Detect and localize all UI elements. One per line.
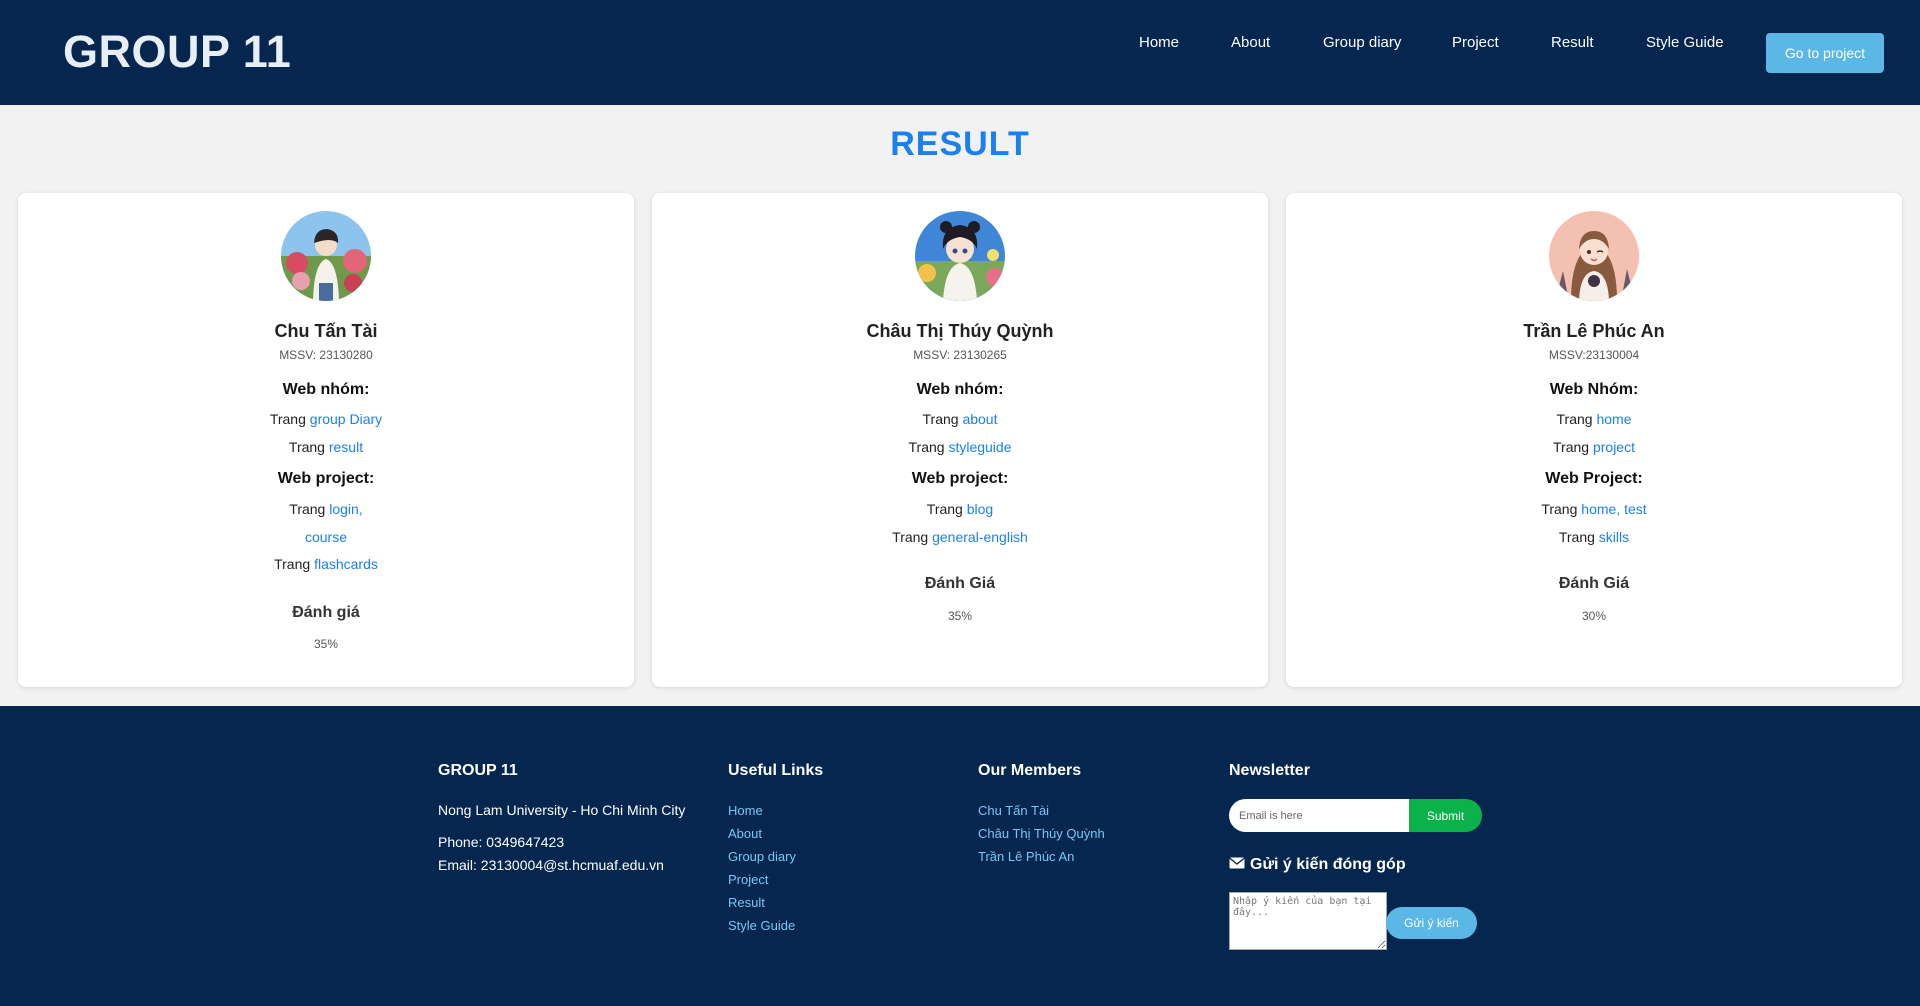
envelope-icon (1229, 856, 1245, 874)
rating-value: 35% (313, 637, 339, 651)
rating-heading: Đánh giá (292, 604, 360, 621)
member-mssv: MSSV: 23130265 (913, 348, 1007, 362)
rating-heading: Đánh Giá (924, 575, 996, 592)
site-logo[interactable]: GROUP 11 (63, 26, 291, 78)
page-prefix: Trang (289, 501, 326, 517)
page-link-project[interactable]: project (1593, 439, 1635, 455)
member-name: Châu Thị Thúy Quỳnh (866, 321, 1054, 341)
nav-result[interactable]: Result (1551, 34, 1594, 51)
send-feedback-button[interactable]: Gửi ý kiến (1386, 907, 1477, 939)
page-link-flashcards[interactable]: flashcards (314, 556, 378, 572)
avatar (1549, 211, 1639, 301)
page-link-skills[interactable]: skills (1599, 529, 1629, 545)
page-item: course (18, 529, 634, 545)
page-item: Trang login, (18, 501, 634, 517)
footer-link-group-diary[interactable]: Group diary (728, 849, 796, 864)
feedback-title: Gửi ý kiến đóng góp (1229, 856, 1406, 874)
web-project-heading: Web Project: (1545, 470, 1643, 487)
footer-member-quynh[interactable]: Châu Thị Thúy Quỳnh (978, 826, 1105, 841)
page-prefix: Trang (922, 411, 959, 427)
footer-members-title: Our Members (978, 762, 1082, 779)
page-item: Trang group Diary (18, 411, 634, 427)
newsletter-email-input[interactable] (1229, 799, 1409, 832)
site-header: GROUP 11 Home About Group diary Project … (0, 0, 1920, 105)
footer-about-title: GROUP 11 (438, 762, 518, 779)
page-link-home[interactable]: home (1596, 411, 1631, 427)
footer-link-about[interactable]: About (728, 826, 762, 841)
page-prefix: Trang (288, 439, 325, 455)
page-prefix: Trang (1541, 501, 1578, 517)
rating-heading: Đánh Giá (1558, 575, 1630, 592)
footer-link-result[interactable]: Result (728, 895, 765, 910)
page-prefix: Trang (269, 411, 306, 427)
page-item: Trang home (1286, 411, 1902, 427)
page-item: Trang skills (1286, 529, 1902, 545)
page-link-course[interactable]: course (305, 529, 347, 545)
page-item: Trang project (1286, 439, 1902, 455)
rating-value: 35% (947, 609, 973, 623)
page-prefix: Trang (908, 439, 945, 455)
footer-phone: Phone: 0349647423 (438, 834, 565, 850)
page-item: Trang general-english (652, 529, 1268, 545)
page-link-blog[interactable]: blog (967, 501, 993, 517)
page-item: Trang home, test (1286, 501, 1902, 517)
member-name: Trần Lê Phúc An (1523, 321, 1665, 341)
page-prefix: Trang (1558, 529, 1595, 545)
nav-project[interactable]: Project (1452, 34, 1499, 51)
web-group-heading: Web nhóm: (282, 381, 370, 398)
page-prefix: Trang (926, 501, 963, 517)
footer-university: Nong Lam University - Ho Chi Minh City (438, 802, 686, 818)
page-item: Trang result (18, 439, 634, 455)
page-item: Trang flashcards (18, 556, 634, 572)
page-item: Trang about (652, 411, 1268, 427)
web-group-heading: Web nhóm: (916, 381, 1004, 398)
avatar (281, 211, 371, 301)
footer-member-tai[interactable]: Chu Tấn Tài (978, 803, 1049, 818)
footer-link-style-guide[interactable]: Style Guide (728, 918, 795, 933)
page-link-group-diary[interactable]: group Diary (310, 411, 382, 427)
member-card-quynh: Châu Thị Thúy Quỳnh MSSV: 23130265 Web n… (652, 193, 1268, 687)
footer-links-title: Useful Links (728, 762, 824, 779)
site-footer: GROUP 11 Nong Lam University - Ho Chi Mi… (0, 706, 1920, 1006)
feedback-title-text: Gửi ý kiến đóng góp (1250, 856, 1406, 873)
web-group-heading: Web Nhóm: (1549, 381, 1639, 398)
page-prefix: Trang (1556, 411, 1593, 427)
web-project-heading: Web project: (277, 470, 375, 487)
member-card-tai: Chu Tấn Tài MSSV: 23130280 Web nhóm: Tra… (18, 193, 634, 687)
nav-home[interactable]: Home (1139, 34, 1179, 51)
page-link-login[interactable]: login, (329, 501, 362, 517)
newsletter-submit-button[interactable]: Submit (1409, 799, 1482, 832)
page-prefix: Trang (274, 556, 311, 572)
page-title: RESULT (890, 125, 1030, 163)
member-card-an: Trần Lê Phúc An MSSV:23130004 Web Nhóm: … (1286, 193, 1902, 687)
member-name: Chu Tấn Tài (274, 321, 378, 341)
page-item: Trang styleguide (652, 439, 1268, 455)
footer-link-home[interactable]: Home (728, 803, 763, 818)
page-link-result[interactable]: result (329, 439, 363, 455)
footer-email: Email: 23130004@st.hcmuaf.edu.vn (438, 857, 664, 873)
nav-about[interactable]: About (1231, 34, 1270, 51)
rating-value: 30% (1581, 609, 1607, 623)
go-to-project-button[interactable]: Go to project (1766, 33, 1884, 73)
member-mssv: MSSV:23130004 (1548, 348, 1640, 362)
avatar (915, 211, 1005, 301)
footer-link-project[interactable]: Project (728, 872, 768, 887)
page-link-home-test[interactable]: home, test (1581, 501, 1646, 517)
footer-member-an[interactable]: Trần Lê Phúc An (978, 849, 1074, 864)
page-link-about[interactable]: about (962, 411, 997, 427)
page-item: Trang blog (652, 501, 1268, 517)
result-section: RESULT Chu Tấn Tài MSSV: 23130280 Web nh… (0, 105, 1920, 706)
web-project-heading: Web project: (911, 470, 1009, 487)
nav-style-guide[interactable]: Style Guide (1646, 34, 1724, 51)
page-link-styleguide[interactable]: styleguide (948, 439, 1011, 455)
page-prefix: Trang (1553, 439, 1590, 455)
feedback-textarea[interactable] (1229, 892, 1387, 950)
nav-group-diary[interactable]: Group diary (1323, 34, 1401, 51)
page-link-general-english[interactable]: general-english (932, 529, 1028, 545)
member-mssv: MSSV: 23130280 (279, 348, 373, 362)
page-prefix: Trang (892, 529, 929, 545)
newsletter-title: Newsletter (1229, 762, 1310, 779)
